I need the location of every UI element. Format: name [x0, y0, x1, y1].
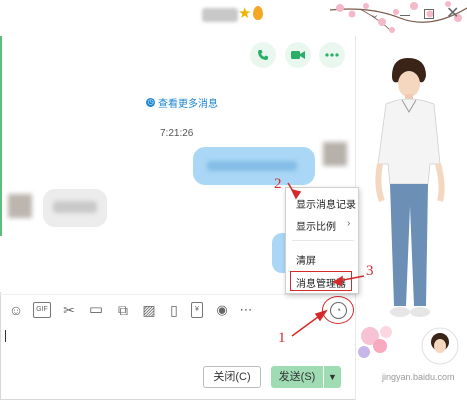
annotation-number-3: 3 — [366, 263, 374, 279]
annotation-arrows — [287, 182, 365, 337]
annotation-number-2: 2 — [274, 176, 282, 192]
annotation-number-1: 1 — [278, 330, 286, 346]
watermark: jingyan.baidu.com — [382, 372, 455, 382]
